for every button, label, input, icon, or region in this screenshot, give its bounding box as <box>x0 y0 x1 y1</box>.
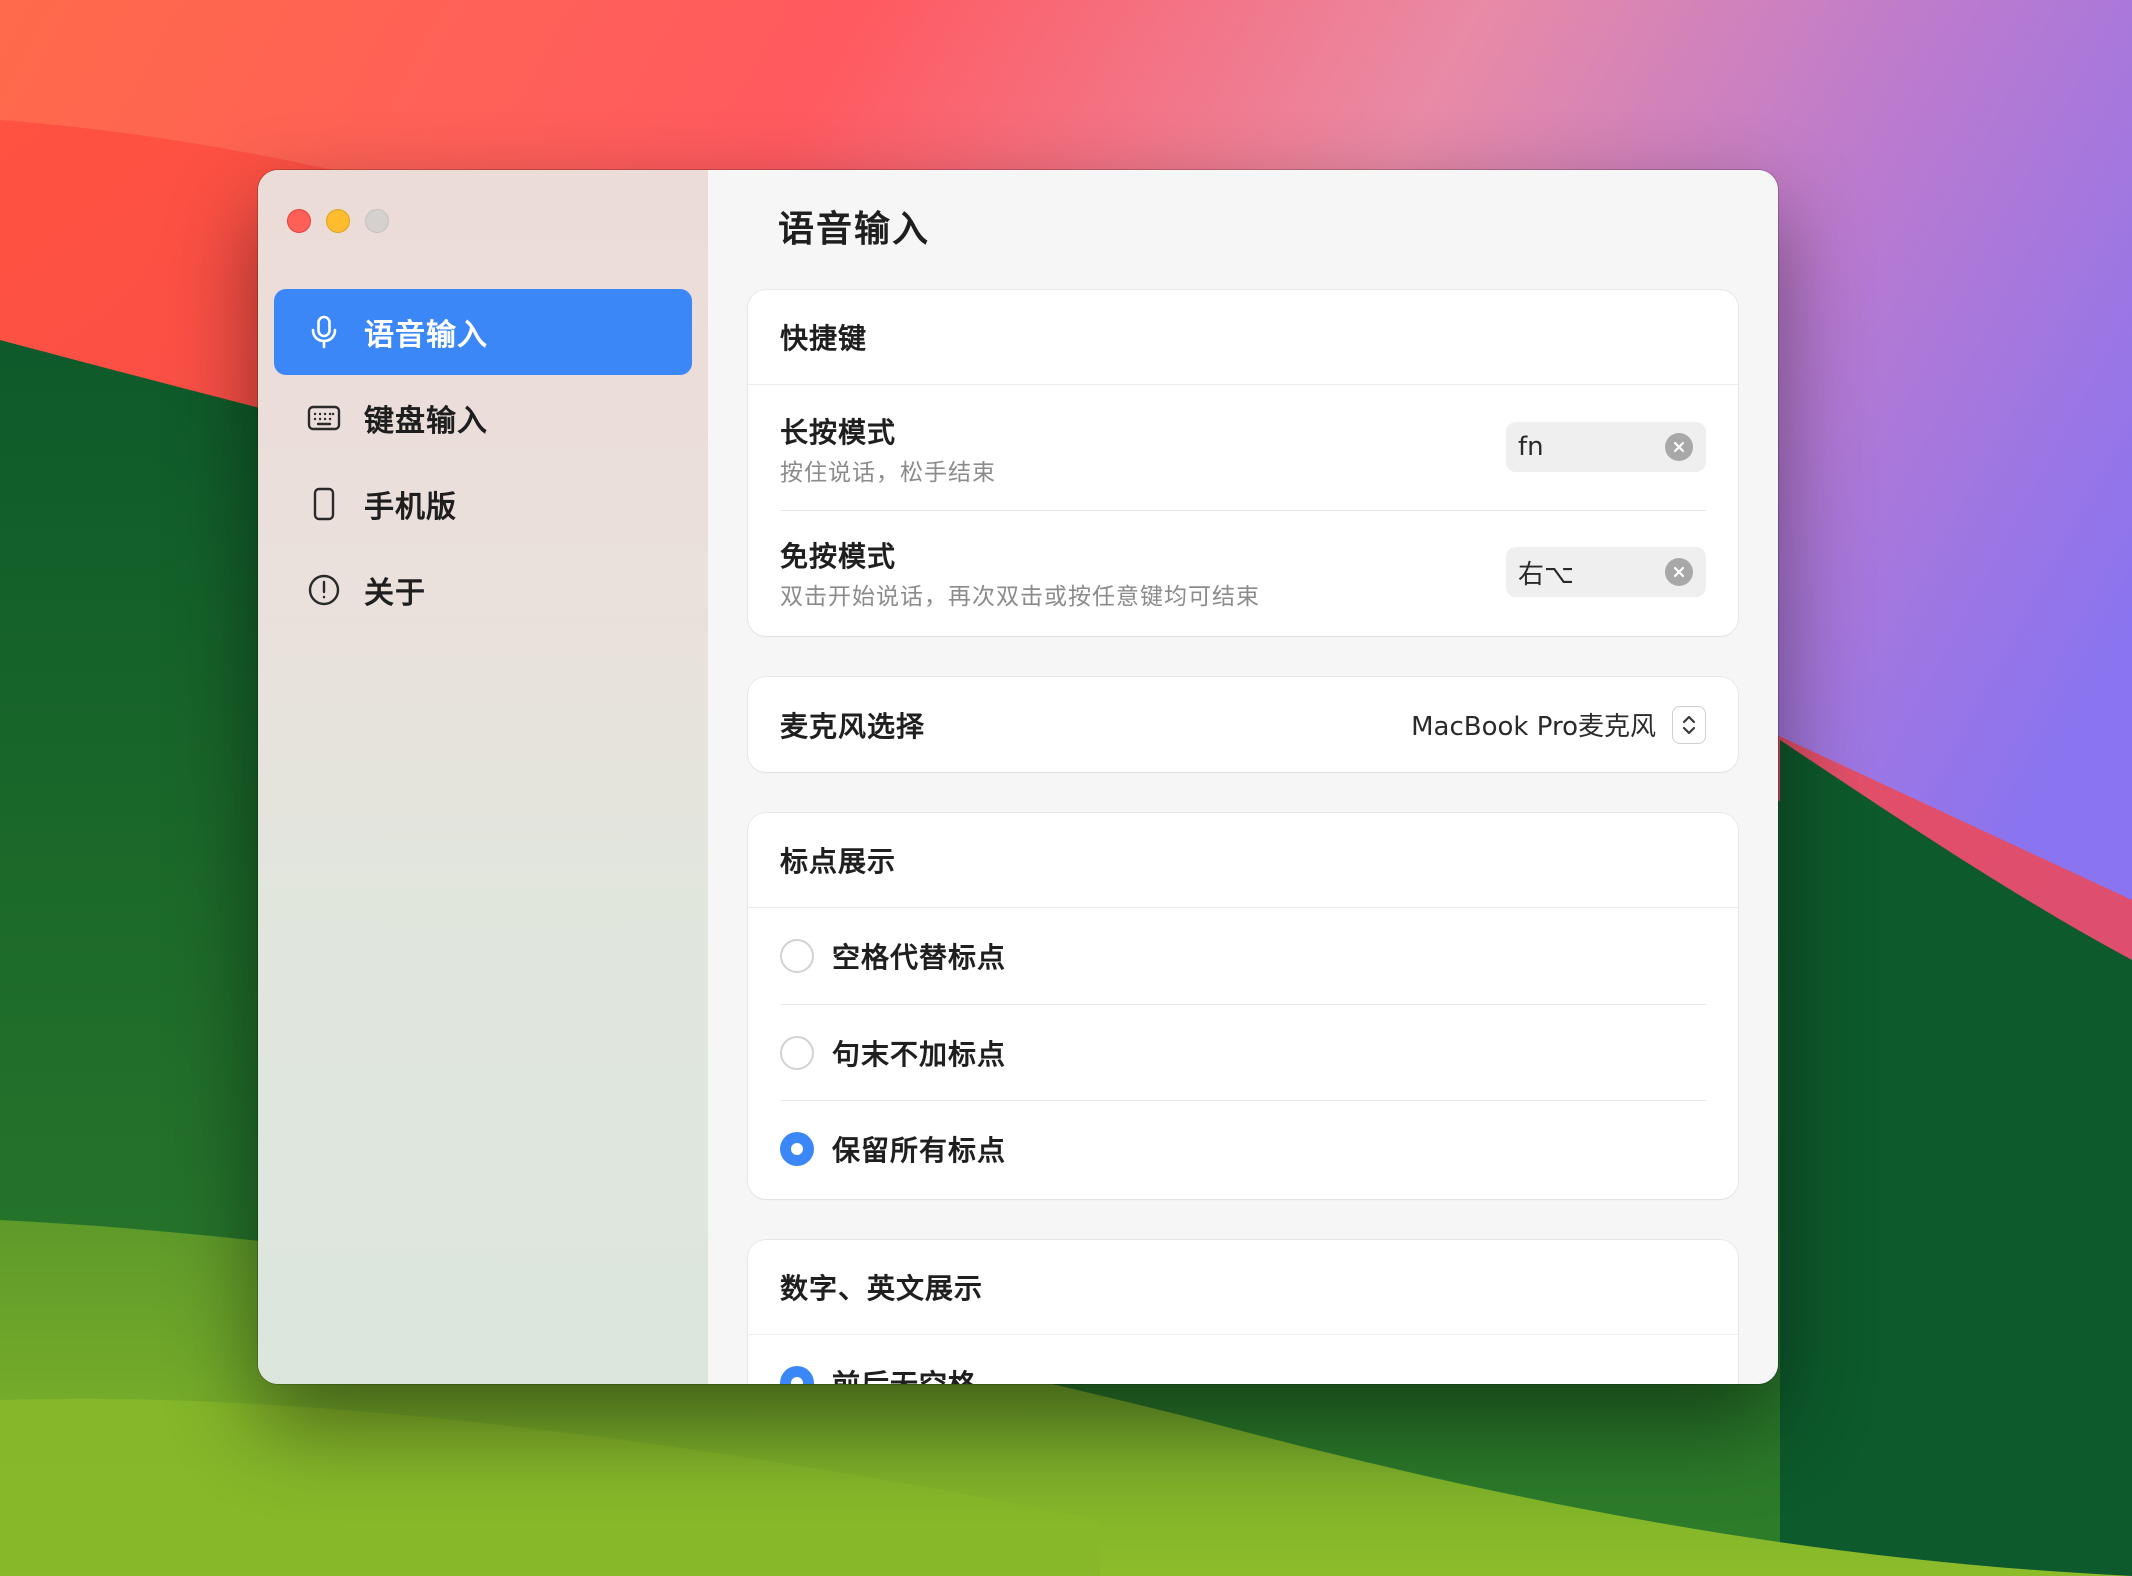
punctuation-option-label: 空格代替标点 <box>832 941 1007 974</box>
chevron-up-down-icon[interactable] <box>1672 705 1706 744</box>
radio-button-selected[interactable] <box>780 1131 814 1166</box>
hold-mode-subtitle: 按住说话，松手结束 <box>780 460 996 486</box>
handsfree-mode-hotkey-field[interactable]: 右⌥ <box>1506 547 1706 597</box>
hold-mode-hotkey-field[interactable]: fn <box>1506 422 1706 472</box>
hold-mode-hotkey-value: fn <box>1518 432 1544 462</box>
handsfree-mode-subtitle: 双击开始说话，再次双击或按任意键均可结束 <box>780 584 1260 610</box>
microphone-row: 麦克风选择 MacBook Pro麦克风 <box>748 677 1738 772</box>
page-title: 语音输入 <box>778 209 931 250</box>
microphone-value: MacBook Pro麦克风 <box>1411 712 1656 742</box>
close-button[interactable] <box>287 209 311 233</box>
sidebar-item-label: 手机版 <box>364 490 457 525</box>
punctuation-option-row[interactable]: 空格代替标点 <box>780 908 1706 1004</box>
microphone-select[interactable]: MacBook Pro麦克风 <box>1411 705 1706 744</box>
radio-button[interactable] <box>780 939 814 973</box>
numbers-option-label: 前后无空格 <box>832 1363 977 1384</box>
shortcuts-card: 快捷键 长按模式 按住说话，松手结束 fn 免按模式 双击开始说话，再次双击或按… <box>748 290 1738 636</box>
punctuation-option-row[interactable]: 保留所有标点 <box>780 1100 1706 1196</box>
sidebar-item-mobile[interactable]: 手机版 <box>274 461 692 547</box>
keyboard-icon <box>304 398 344 438</box>
numbers-card: 数字、英文展示 前后无空格 <box>748 1240 1738 1384</box>
numbers-header: 数字、英文展示 <box>748 1240 1738 1335</box>
sidebar-item-label: 语音输入 <box>364 318 488 353</box>
phone-icon <box>304 484 344 524</box>
sidebar-nav: 语音输入 键盘输入 手机版 关于 <box>274 289 692 633</box>
punctuation-header: 标点展示 <box>748 813 1738 908</box>
handsfree-mode-hotkey-value: 右⌥ <box>1518 559 1574 590</box>
punctuation-card: 标点展示 空格代替标点 句末不加标点 保留所有标点 <box>748 813 1738 1199</box>
sidebar: 语音输入 键盘输入 手机版 关于 <box>258 170 708 1384</box>
punctuation-option-row[interactable]: 句末不加标点 <box>780 1004 1706 1100</box>
shortcuts-header: 快捷键 <box>748 290 1738 385</box>
hold-mode-title: 长按模式 <box>780 416 897 449</box>
sidebar-item-about[interactable]: 关于 <box>274 547 692 633</box>
info-icon <box>304 570 344 610</box>
numbers-option-row[interactable]: 前后无空格 <box>780 1335 1706 1384</box>
window-controls <box>287 209 389 233</box>
sidebar-item-label: 关于 <box>364 576 426 611</box>
sidebar-item-voice-input[interactable]: 语音输入 <box>274 289 692 375</box>
zoom-button[interactable] <box>365 209 389 233</box>
radio-button[interactable] <box>780 1035 814 1070</box>
hold-mode-row: 长按模式 按住说话，松手结束 fn <box>780 385 1706 510</box>
app-window: 语音输入 键盘输入 手机版 关于 语音输入 快捷键 长按模式 按住说话，松手结束… <box>258 170 1778 1384</box>
punctuation-option-label: 句末不加标点 <box>832 1037 1007 1071</box>
microphone-label: 麦克风选择 <box>780 709 926 743</box>
handsfree-mode-row: 免按模式 双击开始说话，再次双击或按任意键均可结束 右⌥ <box>780 510 1706 635</box>
microphone-icon <box>304 312 344 352</box>
sidebar-item-label: 键盘输入 <box>364 404 488 439</box>
sidebar-item-keyboard-input[interactable]: 键盘输入 <box>274 375 692 461</box>
clear-icon[interactable] <box>1665 558 1693 586</box>
handsfree-mode-title: 免按模式 <box>780 540 897 573</box>
main-content: 语音输入 快捷键 长按模式 按住说话，松手结束 fn 免按模式 双击开始说话，再… <box>708 170 1778 1384</box>
microphone-card: 麦克风选择 MacBook Pro麦克风 <box>748 677 1738 772</box>
clear-icon[interactable] <box>1665 433 1693 461</box>
minimize-button[interactable] <box>326 209 350 233</box>
radio-button-selected[interactable] <box>780 1366 814 1384</box>
punctuation-option-label: 保留所有标点 <box>832 1133 1007 1167</box>
